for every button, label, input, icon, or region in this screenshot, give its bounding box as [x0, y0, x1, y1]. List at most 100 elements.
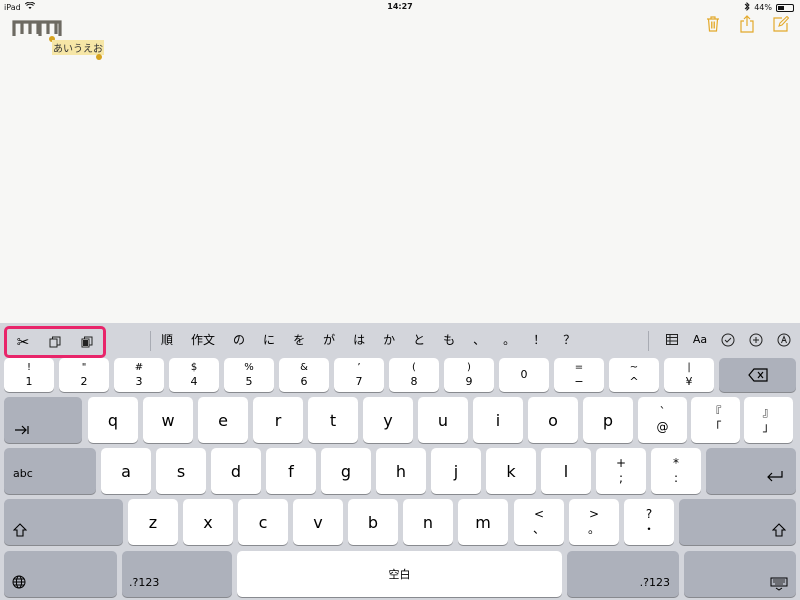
dismiss-keyboard-key[interactable]: [684, 551, 796, 597]
key-9[interactable]: ) 9: [444, 358, 494, 392]
key-symbol[interactable]: +;: [596, 448, 646, 494]
key-p[interactable]: p: [583, 397, 633, 443]
paste-icon[interactable]: [76, 331, 98, 353]
key-m[interactable]: m: [458, 499, 508, 545]
candidate-item[interactable]: は: [344, 323, 374, 356]
key-h[interactable]: h: [376, 448, 426, 494]
status-bar: iPad 14:27 44%: [0, 0, 800, 14]
key-bottom-label: 6: [300, 375, 308, 388]
candidate-item[interactable]: 順: [152, 323, 182, 356]
key-c[interactable]: c: [238, 499, 288, 545]
candidate-item[interactable]: ？: [554, 323, 584, 356]
candidate-item[interactable]: ！: [524, 323, 554, 356]
key-k[interactable]: k: [486, 448, 536, 494]
compose-icon[interactable]: [772, 14, 790, 34]
key-7[interactable]: ’ 7: [334, 358, 384, 392]
key-symbol[interactable]: >。: [569, 499, 619, 545]
key-x[interactable]: x: [183, 499, 233, 545]
candidate-item[interactable]: 、: [464, 323, 494, 356]
add-icon[interactable]: [748, 332, 764, 348]
markup-icon[interactable]: [776, 332, 792, 348]
numbers-key-right[interactable]: .?123: [567, 551, 679, 597]
globe-key[interactable]: [4, 551, 117, 597]
key-2[interactable]: " 2: [59, 358, 109, 392]
right-shift-key[interactable]: [679, 499, 796, 545]
key-u[interactable]: u: [418, 397, 468, 443]
keyboard-dismiss-icon: [770, 577, 788, 591]
key-a[interactable]: a: [101, 448, 151, 494]
candidate-item[interactable]: と: [404, 323, 434, 356]
candidate-list: 順作文のにをがはかとも、。！？: [152, 323, 584, 356]
key-g[interactable]: g: [321, 448, 371, 494]
key-top-label: ): [467, 362, 471, 373]
key-l[interactable]: l: [541, 448, 591, 494]
trash-icon[interactable]: [704, 14, 722, 34]
key-5[interactable]: % 5: [224, 358, 274, 392]
key-bottom-label: 3: [135, 375, 143, 388]
key-w[interactable]: w: [143, 397, 193, 443]
key-n[interactable]: n: [403, 499, 453, 545]
globe-icon: [12, 575, 26, 589]
key-symbol[interactable]: 『「: [691, 397, 740, 443]
key-symbol[interactable]: *:: [651, 448, 701, 494]
candidate-item[interactable]: 。: [494, 323, 524, 356]
key-bottom-label: −: [574, 375, 584, 388]
key-¥[interactable]: | ¥: [664, 358, 714, 392]
abc-key[interactable]: abc: [4, 448, 96, 494]
key-i[interactable]: i: [473, 397, 523, 443]
key-r[interactable]: r: [253, 397, 303, 443]
key-6[interactable]: & 6: [279, 358, 329, 392]
candidate-item[interactable]: が: [314, 323, 344, 356]
selected-text[interactable]: あいうえお: [52, 40, 104, 55]
key-o[interactable]: o: [528, 397, 578, 443]
key-−[interactable]: = −: [554, 358, 604, 392]
tab-key[interactable]: [4, 397, 82, 443]
key-0[interactable]: 0: [499, 358, 549, 392]
key-symbol[interactable]: ? ・: [624, 499, 674, 545]
key-e[interactable]: e: [198, 397, 248, 443]
key-v[interactable]: v: [293, 499, 343, 545]
share-icon[interactable]: [738, 14, 756, 34]
key-bottom-label: :: [673, 471, 679, 485]
key-b[interactable]: b: [348, 499, 398, 545]
space-key[interactable]: 空白: [237, 551, 562, 597]
candidate-item[interactable]: の: [224, 323, 254, 356]
key-bottom-label: 」: [762, 420, 775, 434]
key-s[interactable]: s: [156, 448, 206, 494]
key-top-label: (: [412, 362, 416, 373]
candidate-item[interactable]: に: [254, 323, 284, 356]
candidate-item[interactable]: も: [434, 323, 464, 356]
key-j[interactable]: j: [431, 448, 481, 494]
key-f[interactable]: f: [266, 448, 316, 494]
key-z[interactable]: z: [128, 499, 178, 545]
delete-key[interactable]: [719, 358, 796, 392]
key-3[interactable]: #3: [114, 358, 164, 392]
divider: [648, 331, 649, 351]
key-1[interactable]: ! 1: [4, 358, 54, 392]
format-text-button[interactable]: Aa: [692, 332, 708, 348]
key-symbol[interactable]: 』」: [744, 397, 793, 443]
return-key[interactable]: [706, 448, 796, 494]
left-shift-key[interactable]: [4, 499, 123, 545]
key-top-label: #: [134, 362, 144, 373]
key-8[interactable]: (8: [389, 358, 439, 392]
scissors-icon[interactable]: ✂: [12, 331, 34, 353]
copy-icon[interactable]: [44, 331, 66, 353]
key-q[interactable]: q: [88, 397, 138, 443]
candidate-item[interactable]: か: [374, 323, 404, 356]
numbers-key-left[interactable]: .?123: [122, 551, 232, 597]
note-body[interactable]: あいうえお: [12, 16, 104, 60]
key-^[interactable]: ~ ^: [609, 358, 659, 392]
candidate-item[interactable]: を: [284, 323, 314, 356]
key-y[interactable]: y: [363, 397, 413, 443]
key-top-label: 』: [762, 405, 775, 419]
candidate-item[interactable]: 作文: [182, 323, 224, 356]
key-symbol[interactable]: <、: [514, 499, 564, 545]
table-icon[interactable]: [664, 332, 680, 348]
key-d[interactable]: d: [211, 448, 261, 494]
key-symbol[interactable]: ` @: [638, 397, 687, 443]
key-t[interactable]: t: [308, 397, 358, 443]
key-4[interactable]: $4: [169, 358, 219, 392]
checklist-icon[interactable]: [720, 332, 736, 348]
selection-end-handle[interactable]: [96, 54, 102, 60]
